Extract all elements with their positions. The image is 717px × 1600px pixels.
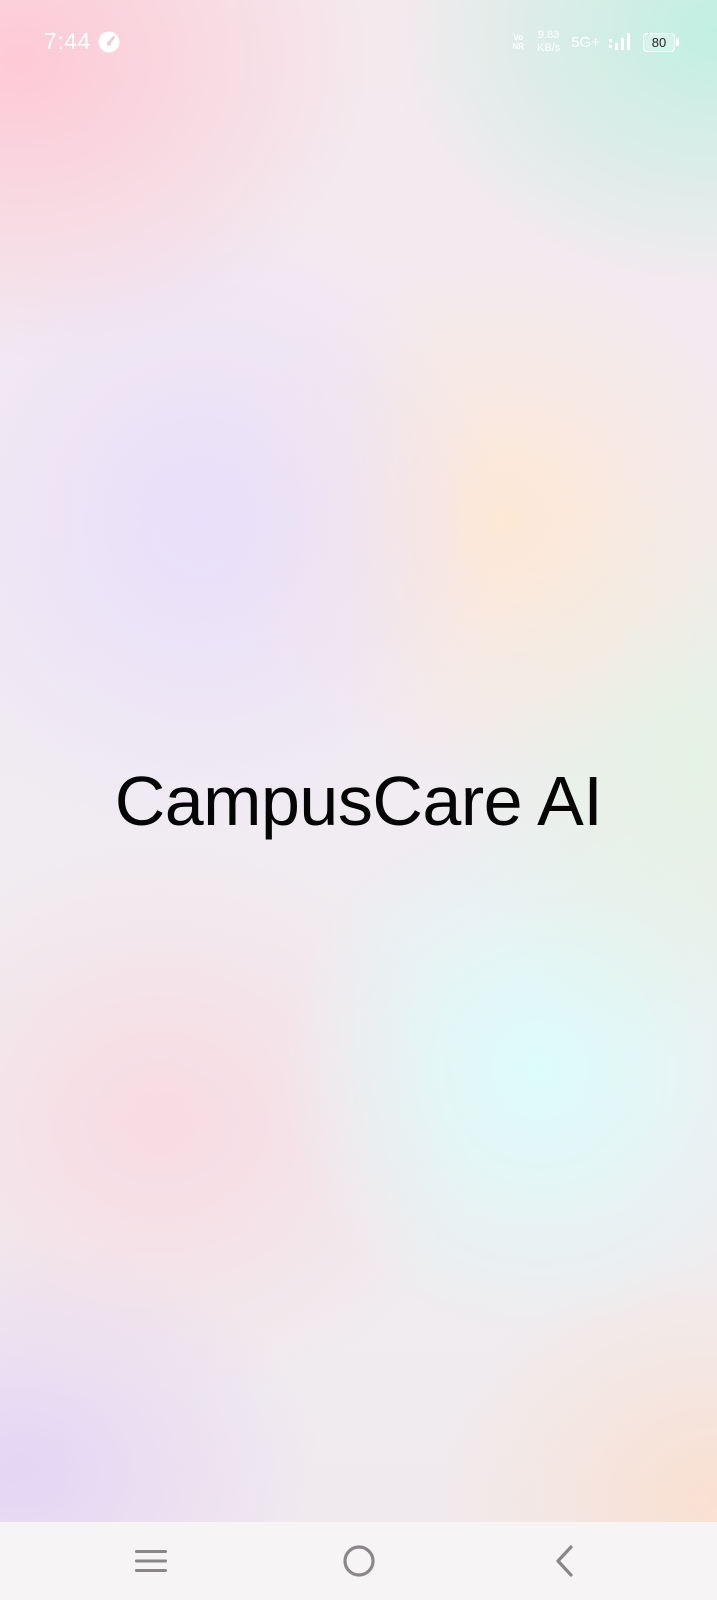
volte-bottom-label: NR (512, 42, 524, 51)
network-speed-value: 9.83 (537, 29, 560, 41)
battery-level: 80 (651, 34, 667, 50)
app-title: CampusCare AI (114, 762, 603, 840)
signal-bars-icon (609, 33, 630, 50)
volte-top-label: Vo (513, 33, 524, 42)
back-button[interactable] (540, 1536, 590, 1586)
network-speed: 9.83 KB/s (537, 29, 560, 55)
status-indicators: Vo NR 9.83 KB/s 5G+ 80 (512, 26, 679, 58)
splash-screen: 7:44 Vo NR 9.83 KB/s 5G+ 80 CampusCare A… (0, 0, 717, 1522)
status-bar: 7:44 Vo NR 9.83 KB/s 5G+ 80 (0, 0, 717, 86)
home-circle-icon (343, 1545, 375, 1577)
recent-apps-button[interactable] (126, 1536, 176, 1586)
network-type: 5G+ (571, 33, 600, 51)
navigation-bar (0, 1522, 717, 1600)
speedometer-icon (98, 31, 120, 53)
menu-lines-icon (135, 1550, 167, 1572)
back-chevron-icon (556, 1545, 573, 1577)
home-button[interactable] (334, 1536, 384, 1586)
status-time: 7:44 (44, 28, 91, 54)
volte-indicator: Vo NR (512, 33, 524, 51)
battery-icon: 80 (643, 32, 679, 52)
network-speed-unit: KB/s (536, 42, 561, 54)
